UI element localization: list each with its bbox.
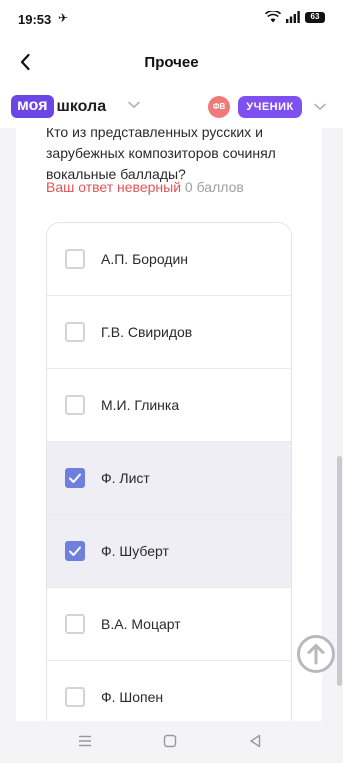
result-label: Ваш ответ неверный [46,179,182,195]
points-label: 0 баллов [184,179,244,195]
scrollbar[interactable] [337,456,342,686]
option-item[interactable]: М.И. Глинка [47,369,291,442]
option-item[interactable]: Г.В. Свиридов [47,296,291,369]
avatar[interactable]: ФВ [208,96,230,118]
brand-bar: моя школа ФВ УЧЕНИК [0,86,343,128]
result-line: Ваш ответ неверный 0 баллов [46,179,244,195]
back-icon[interactable] [248,734,262,748]
role-badge[interactable]: УЧЕНИК [238,96,302,118]
question-card: Кто из представленных русских и зарубежн… [16,128,322,721]
option-label: Г.В. Свиридов [101,324,193,340]
options-list: А.П. Бородин Г.В. Свиридов М.И. Глинка Ф… [46,222,292,721]
check-icon [69,473,81,483]
checkbox[interactable] [65,395,85,415]
option-item[interactable]: А.П. Бородин [47,223,291,296]
status-icons: 63 [265,11,325,23]
page-title: Прочее [144,54,199,71]
airplane-icon: ✈ [58,11,69,25]
option-label: М.И. Глинка [101,397,180,413]
option-label: Ф. Лист [101,470,150,486]
header: Прочее [0,40,343,86]
battery-icon: 63 [305,11,325,23]
logo-badge: моя [11,95,54,118]
check-icon [69,546,81,556]
checkbox[interactable] [65,249,85,269]
option-item[interactable]: Ф. Шопен [47,661,291,721]
chevron-down-icon[interactable] [128,101,140,109]
logo-text: школа [56,97,107,115]
signal-icon [286,11,300,23]
checkbox[interactable] [65,322,85,342]
logo[interactable]: моя школа [11,95,106,118]
question-text: Кто из представленных русских и зарубежн… [46,128,276,182]
checkbox[interactable] [65,541,85,561]
checkbox[interactable] [65,468,85,488]
home-icon[interactable] [163,734,177,748]
option-label: Ф. Шуберт [101,543,169,559]
status-bar: 19:53 ✈ 63 [0,0,343,40]
option-item[interactable]: В.А. Моцарт [47,588,291,661]
wifi-icon [265,11,281,23]
option-label: Ф. Шопен [101,689,164,705]
option-item[interactable]: Ф. Шуберт [47,515,291,588]
system-nav-bar [0,721,343,763]
chevron-down-icon[interactable] [314,103,326,111]
option-item[interactable]: Ф. Лист [47,442,291,515]
menu-icon[interactable] [78,735,92,747]
option-label: В.А. Моцарт [101,616,181,632]
checkbox[interactable] [65,614,85,634]
status-time: 19:53 [18,12,52,27]
scroll-up-icon[interactable] [296,634,336,674]
checkbox[interactable] [65,687,85,707]
option-label: А.П. Бородин [101,251,189,267]
